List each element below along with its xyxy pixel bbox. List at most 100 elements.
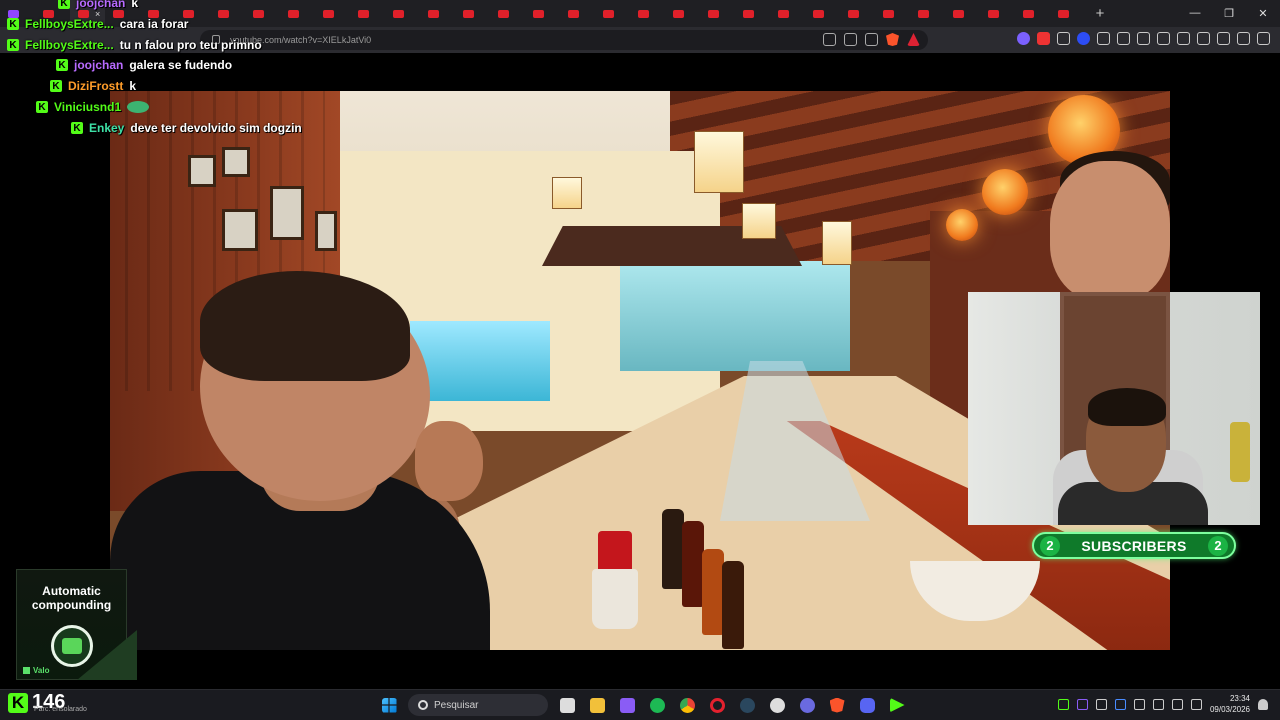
- tab-youtube[interactable]: [385, 0, 420, 27]
- tab-youtube[interactable]: [665, 0, 700, 27]
- tray-app-icon[interactable]: [1076, 698, 1088, 710]
- tray-app-icon[interactable]: [1133, 698, 1145, 710]
- extension-icon[interactable]: [1017, 32, 1030, 45]
- chat-message: K FellboysExtre... tu n falou pro teu pr…: [7, 38, 262, 52]
- bookmark-icon[interactable]: [865, 33, 878, 46]
- ad-widget[interactable]: Automatic compounding Valo: [16, 569, 137, 680]
- tab-youtube[interactable]: [595, 0, 630, 27]
- folder-icon: [589, 697, 605, 713]
- extension-icon[interactable]: [1037, 32, 1050, 45]
- extension-icon[interactable]: [1077, 32, 1090, 45]
- brave-shields-icon[interactable]: [886, 33, 899, 46]
- tab-youtube[interactable]: [1015, 0, 1050, 27]
- kick-app-button[interactable]: [886, 694, 908, 716]
- discord-button[interactable]: [856, 694, 878, 716]
- tab-youtube[interactable]: [490, 0, 525, 27]
- music-icon[interactable]: [1157, 32, 1170, 45]
- notifications-icon[interactable]: [1258, 698, 1268, 710]
- chevron-up-icon[interactable]: [1039, 699, 1050, 710]
- extension-icon[interactable]: [1057, 32, 1070, 45]
- tab-youtube[interactable]: [945, 0, 980, 27]
- spotify-icon: [649, 697, 665, 713]
- kick-logo-icon: K: [8, 692, 28, 713]
- tray-app-icon[interactable]: [1095, 698, 1107, 710]
- app-button[interactable]: [796, 694, 818, 716]
- minimize-button[interactable]: —: [1178, 7, 1212, 20]
- network-icon[interactable]: [1171, 698, 1183, 710]
- volume-icon[interactable]: [1190, 698, 1202, 710]
- youtube-favicon-icon: [743, 9, 754, 18]
- extensions-toolbar: [1017, 32, 1270, 45]
- tab-youtube[interactable]: [630, 0, 665, 27]
- youtube-favicon-icon: [813, 9, 824, 18]
- leo-ai-icon[interactable]: [1217, 32, 1230, 45]
- file-explorer-button[interactable]: [586, 694, 608, 716]
- chat-username[interactable]: joojchan: [74, 58, 123, 72]
- opera-button[interactable]: [706, 694, 728, 716]
- tab-youtube[interactable]: [875, 0, 910, 27]
- scene-woman: [1050, 161, 1170, 301]
- tab-youtube[interactable]: [805, 0, 840, 27]
- microphone-icon[interactable]: [1152, 698, 1164, 710]
- app-button[interactable]: [616, 694, 638, 716]
- obs-button[interactable]: [766, 694, 788, 716]
- tab-youtube[interactable]: [700, 0, 735, 27]
- tab-youtube[interactable]: [735, 0, 770, 27]
- kick-badge-icon: K: [56, 59, 68, 71]
- restore-button[interactable]: ❐: [1212, 7, 1246, 20]
- tab-youtube[interactable]: [455, 0, 490, 27]
- app-icon: [799, 697, 815, 713]
- steam-button[interactable]: [736, 694, 758, 716]
- tab-youtube[interactable]: [770, 0, 805, 27]
- menu-icon[interactable]: [1257, 32, 1270, 45]
- taskbar-search[interactable]: Pesquisar: [408, 694, 548, 716]
- brave-button[interactable]: [826, 694, 848, 716]
- chat-message: K Viniciusnd1: [36, 100, 150, 114]
- chat-username[interactable]: DiziFrostt: [68, 79, 123, 93]
- tab-youtube[interactable]: [980, 0, 1015, 27]
- tab-youtube[interactable]: [840, 0, 875, 27]
- vpn-icon[interactable]: [1237, 32, 1250, 45]
- task-view-button[interactable]: [556, 694, 578, 716]
- tab-youtube[interactable]: [525, 0, 560, 27]
- clock[interactable]: 23:34 09/03/2026: [1210, 693, 1250, 715]
- youtube-favicon-icon: [568, 9, 579, 18]
- chat-overlay: K joojchan k K FellboysExtre... cara ia …: [0, 0, 330, 140]
- windows-logo-icon: [381, 697, 397, 713]
- start-button[interactable]: [378, 694, 400, 716]
- sidebar-icon[interactable]: [1177, 32, 1190, 45]
- opera-icon: [709, 697, 725, 713]
- coin-stack-icon: [51, 625, 93, 667]
- youtube-favicon-icon: [708, 9, 719, 18]
- extension-icon[interactable]: [1097, 32, 1110, 45]
- spotify-button[interactable]: [646, 694, 668, 716]
- screenshot-icon[interactable]: [1137, 32, 1150, 45]
- subscribers-widget: 2 SUBSCRIBERS 2: [1032, 532, 1236, 559]
- chat-username[interactable]: FellboysExtre...: [25, 17, 114, 31]
- chat-username[interactable]: joojchan: [76, 0, 125, 10]
- youtube-favicon-icon: [533, 9, 544, 18]
- subscribers-label: SUBSCRIBERS: [1081, 537, 1187, 554]
- weather-text[interactable]: Parc. ensolarado: [34, 706, 87, 713]
- tab-youtube[interactable]: [910, 0, 945, 27]
- chat-message: K joojchan k: [58, 0, 138, 10]
- scene-bottle: [702, 549, 724, 635]
- brave-rewards-icon[interactable]: [907, 33, 920, 46]
- tab-youtube[interactable]: [420, 0, 455, 27]
- chat-username[interactable]: Viniciusnd1: [54, 100, 121, 114]
- close-window-button[interactable]: ✕: [1246, 7, 1280, 20]
- tab-youtube[interactable]: [560, 0, 595, 27]
- tray-app-icon[interactable]: [1057, 698, 1069, 710]
- bluetooth-icon[interactable]: [1114, 698, 1126, 710]
- wallet-icon[interactable]: [1197, 32, 1210, 45]
- puzzle-icon[interactable]: [1117, 32, 1130, 45]
- new-tab-button[interactable]: +: [1085, 5, 1115, 22]
- chat-username[interactable]: Enkey: [89, 121, 124, 135]
- cast-icon[interactable]: [823, 33, 836, 46]
- tab-youtube[interactable]: [350, 0, 385, 27]
- chrome-button[interactable]: [676, 694, 698, 716]
- share-icon[interactable]: [844, 33, 857, 46]
- taskbar-apps: Pesquisar: [378, 694, 908, 716]
- chat-username[interactable]: FellboysExtre...: [25, 38, 114, 52]
- tab-youtube[interactable]: [1050, 0, 1085, 27]
